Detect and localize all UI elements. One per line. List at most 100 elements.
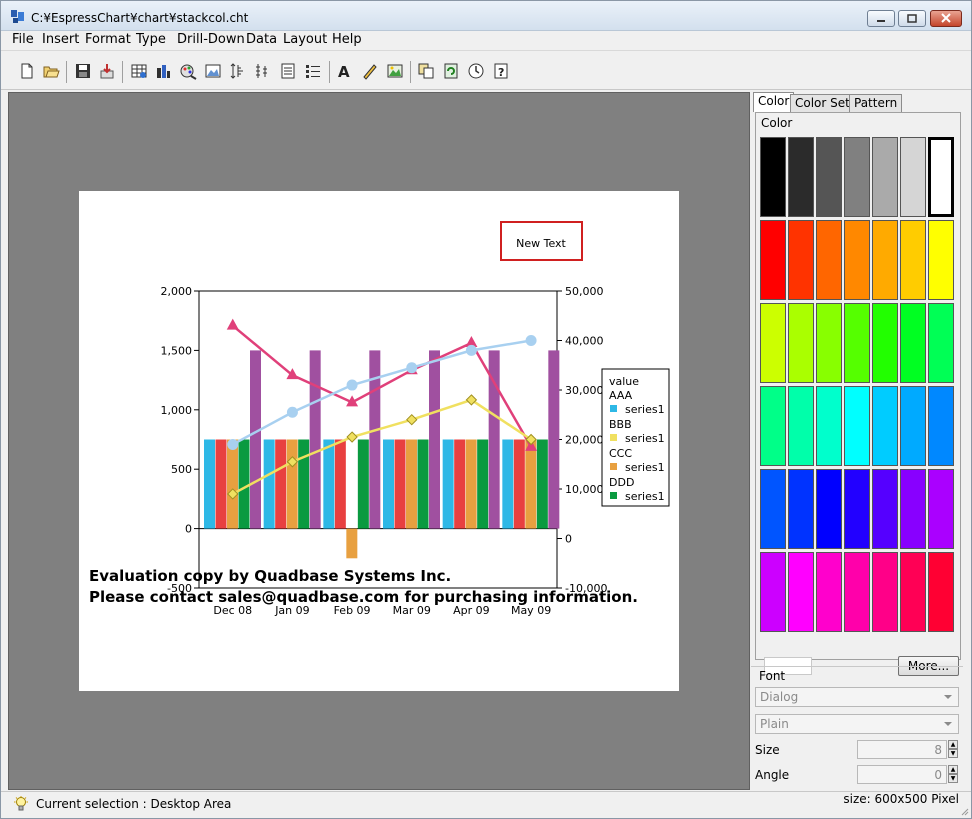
tab-color[interactable]: Color: [753, 92, 795, 112]
color-swatch[interactable]: [760, 469, 786, 549]
color-swatch[interactable]: [816, 386, 842, 466]
bar[interactable]: [442, 439, 454, 529]
color-swatch[interactable]: [900, 552, 926, 632]
menu-drill-down[interactable]: Drill-Down: [177, 32, 245, 47]
open-folder-icon[interactable]: [42, 62, 60, 80]
color-swatch[interactable]: [872, 220, 898, 300]
color-swatch[interactable]: [816, 220, 842, 300]
close-button[interactable]: [930, 10, 962, 27]
menu-insert[interactable]: Insert: [42, 32, 79, 47]
bar[interactable]: [204, 439, 215, 529]
timer-icon[interactable]: [467, 62, 485, 80]
color-swatch[interactable]: [928, 469, 954, 549]
minimize-button[interactable]: [867, 10, 895, 27]
line-point[interactable]: [465, 344, 477, 356]
resize-grip-icon[interactable]: [959, 806, 969, 816]
color-swatch[interactable]: [900, 303, 926, 383]
color-swatch[interactable]: [872, 303, 898, 383]
color-swatch[interactable]: [788, 303, 814, 383]
color-swatch[interactable]: [844, 552, 870, 632]
color-swatch[interactable]: [928, 220, 954, 300]
bar[interactable]: [298, 439, 310, 529]
line-point[interactable]: [346, 379, 358, 391]
color-swatch[interactable]: [844, 469, 870, 549]
color-swatch[interactable]: [760, 303, 786, 383]
palette-icon[interactable]: [179, 62, 197, 80]
axis-scale-icon[interactable]: [229, 62, 247, 80]
menu-format[interactable]: Format: [85, 32, 131, 47]
color-swatch[interactable]: [760, 137, 786, 217]
pen-icon[interactable]: [361, 62, 379, 80]
color-swatch[interactable]: [900, 469, 926, 549]
color-swatch[interactable]: [872, 552, 898, 632]
color-swatch[interactable]: [816, 303, 842, 383]
chart-data-icon[interactable]: [130, 62, 148, 80]
color-swatch[interactable]: [844, 220, 870, 300]
color-swatch[interactable]: [872, 137, 898, 217]
chart-canvas[interactable]: New Text 2,000 1,500 1,000 500 0 -500 50,000 4…: [79, 191, 679, 691]
maximize-button[interactable]: [898, 10, 926, 27]
data-table-icon[interactable]: [279, 62, 297, 80]
bar[interactable]: [465, 439, 477, 529]
menu-type[interactable]: Type: [136, 32, 166, 47]
background-icon[interactable]: [204, 62, 222, 80]
bar[interactable]: [502, 439, 514, 529]
color-swatch[interactable]: [872, 386, 898, 466]
line-point[interactable]: [525, 335, 537, 346]
bar[interactable]: [227, 439, 238, 529]
bar[interactable]: [454, 439, 466, 529]
color-swatch[interactable]: [900, 137, 926, 217]
color-swatch[interactable]: [816, 469, 842, 549]
color-swatch[interactable]: [816, 137, 842, 217]
bar[interactable]: [548, 350, 560, 529]
color-swatch[interactable]: [844, 303, 870, 383]
color-swatch[interactable]: [760, 552, 786, 632]
color-swatch[interactable]: [788, 469, 814, 549]
color-swatch[interactable]: [788, 552, 814, 632]
copy-icon[interactable]: [417, 62, 435, 80]
color-swatch[interactable]: [816, 552, 842, 632]
color-swatch[interactable]: [788, 386, 814, 466]
bar[interactable]: [406, 439, 417, 529]
image-icon[interactable]: [386, 62, 404, 80]
color-swatch[interactable]: [788, 220, 814, 300]
menu-data[interactable]: Data: [246, 32, 277, 47]
color-swatch[interactable]: [900, 220, 926, 300]
bar[interactable]: [394, 439, 406, 529]
axis-ticks-icon[interactable]: [254, 62, 272, 80]
bar[interactable]: [357, 439, 369, 529]
size-input[interactable]: 8: [857, 740, 947, 759]
bar[interactable]: [286, 439, 298, 529]
menu-layout[interactable]: Layout: [283, 32, 327, 47]
color-swatch[interactable]: [928, 303, 954, 383]
bar[interactable]: [429, 350, 440, 529]
color-swatch[interactable]: [760, 220, 786, 300]
color-swatch[interactable]: [928, 552, 954, 632]
color-swatch[interactable]: [788, 137, 814, 217]
bar[interactable]: [383, 439, 394, 529]
menu-help[interactable]: Help: [332, 32, 362, 47]
color-swatch[interactable]: [760, 386, 786, 466]
size-stepper[interactable]: ▲ ▼: [948, 740, 958, 759]
tab-pattern[interactable]: Pattern: [849, 94, 903, 112]
line-point[interactable]: [406, 362, 418, 374]
bar[interactable]: [334, 439, 346, 529]
bar[interactable]: [477, 439, 489, 529]
color-swatch[interactable]: [928, 137, 954, 217]
color-swatch[interactable]: [844, 386, 870, 466]
new-file-icon[interactable]: [18, 62, 36, 80]
color-swatch[interactable]: [928, 386, 954, 466]
chart-svg[interactable]: New Text 2,0001,5001,0005000-500 50,0004…: [79, 191, 679, 691]
bar[interactable]: [417, 439, 429, 529]
text-icon[interactable]: A: [336, 62, 354, 80]
export-icon[interactable]: [98, 62, 116, 80]
bar[interactable]: [323, 439, 335, 529]
bar[interactable]: [513, 439, 525, 529]
bar[interactable]: [263, 439, 275, 529]
color-swatch[interactable]: [872, 469, 898, 549]
tab-color-set[interactable]: Color Set: [790, 94, 855, 112]
angle-stepper[interactable]: ▲ ▼: [948, 765, 958, 784]
line-point[interactable]: [286, 406, 298, 418]
font-family-select[interactable]: Dialog: [755, 687, 959, 707]
legend-icon[interactable]: [304, 62, 322, 80]
